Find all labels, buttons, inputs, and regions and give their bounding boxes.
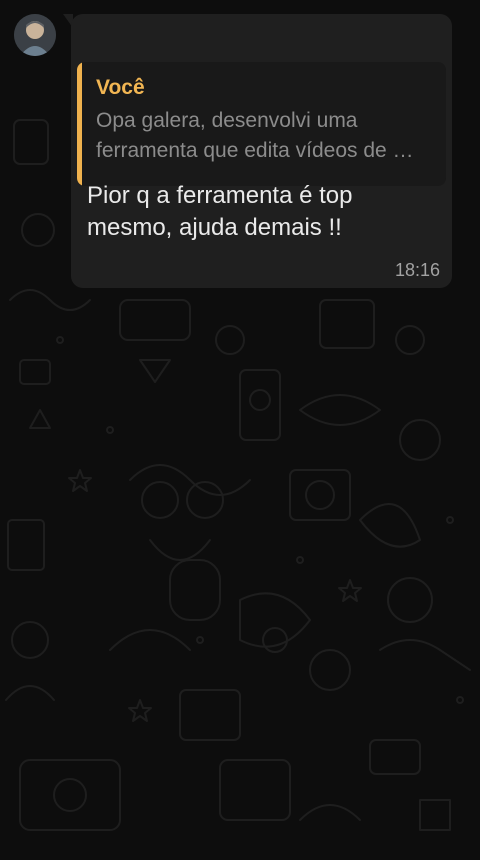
chat-background: Você Opa galera, desenvolvi uma ferramen… [0, 0, 480, 860]
quoted-author: Você [96, 76, 145, 99]
message-text: Pior q a ferramenta é top mesmo, ajuda d… [87, 182, 353, 241]
user-avatar[interactable] [14, 14, 56, 56]
quote-accent-bar [77, 62, 82, 186]
quoted-message[interactable]: Você Opa galera, desenvolvi uma ferramen… [77, 62, 446, 186]
quoted-text: Opa galera, desenvolvi uma ferramenta qu… [96, 109, 414, 162]
message-bubble[interactable]: Você Opa galera, desenvolvi uma ferramen… [71, 14, 452, 288]
user-avatar-icon [14, 14, 56, 56]
message-timestamp: 18:16 [394, 260, 440, 280]
